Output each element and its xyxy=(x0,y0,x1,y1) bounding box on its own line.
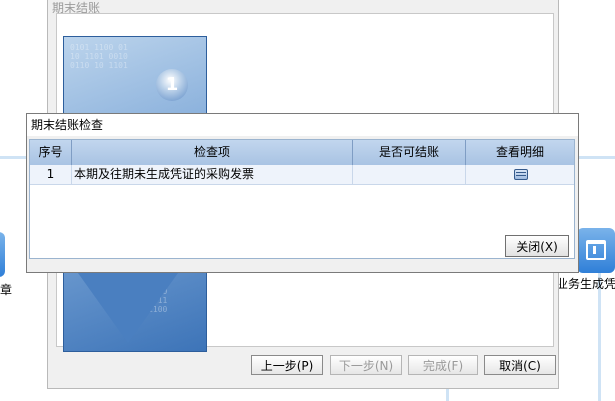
table-detail-icon[interactable] xyxy=(514,169,528,180)
prev-step-button[interactable]: 上一步(P) xyxy=(251,355,323,375)
row-index: 1 xyxy=(30,165,72,184)
period-end-check-dialog: 期末结账检查 序号 检查项 是否可结账 查看明细 1 本期及往期未生成凭证的采购… xyxy=(26,113,579,273)
background-module-tile[interactable] xyxy=(577,228,615,273)
check-items-table: 序号 检查项 是否可结账 查看明细 1 本期及往期未生成凭证的采购发票 xyxy=(29,139,575,259)
next-step-button[interactable]: 下一步(N) xyxy=(330,355,402,375)
column-header-view-detail[interactable]: 查看明细 xyxy=(466,140,574,165)
row-check-item: 本期及往期未生成凭证的采购发票 xyxy=(72,165,353,184)
column-header-check-item[interactable]: 检查项 xyxy=(72,140,353,165)
binary-pattern: 0101 1100 01 10 1101 0010 0110 10 1101 xyxy=(70,43,128,70)
arrow-graphic xyxy=(78,273,178,343)
step-number-badge: 1 xyxy=(156,69,188,101)
dialog-title: 期末结账检查 xyxy=(27,114,578,136)
column-header-index[interactable]: 序号 xyxy=(30,140,72,165)
row-view-detail[interactable] xyxy=(466,165,574,184)
close-button[interactable]: 关闭(X) xyxy=(505,235,569,257)
cancel-button[interactable]: 取消(C) xyxy=(484,355,556,375)
table-row[interactable]: 1 本期及往期未生成凭证的采购发票 xyxy=(30,165,574,185)
finish-button[interactable]: 完成(F) xyxy=(408,355,478,375)
column-header-can-close[interactable]: 是否可结账 xyxy=(353,140,466,165)
table-header: 序号 检查项 是否可结账 查看明细 xyxy=(30,140,574,165)
background-module-tile[interactable] xyxy=(0,232,5,277)
row-can-close xyxy=(353,165,466,184)
background-module-label: 业务生成凭 xyxy=(556,277,615,291)
background-module-label: 章 xyxy=(0,283,13,297)
report-icon xyxy=(586,240,606,260)
